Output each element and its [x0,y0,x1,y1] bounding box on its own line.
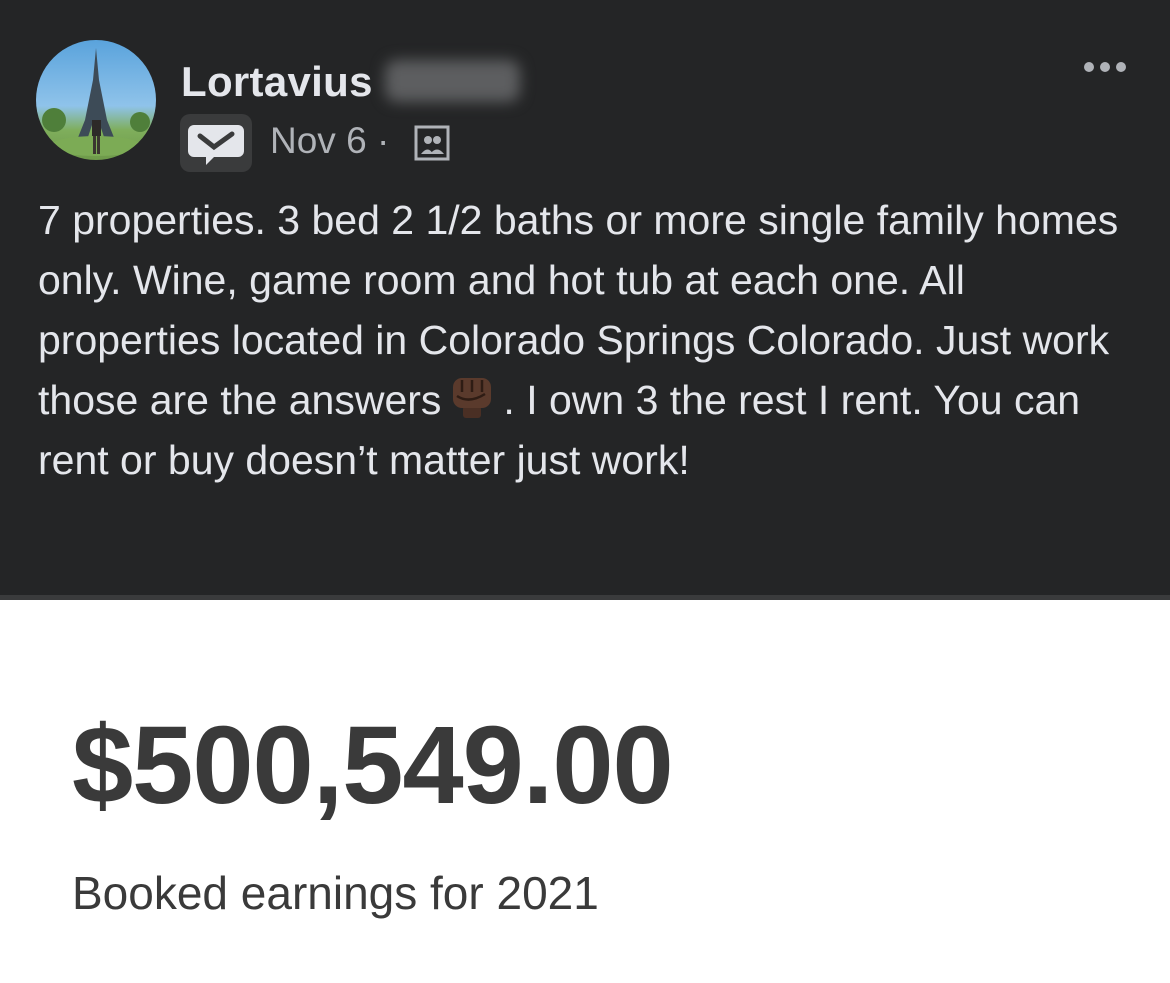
earnings-amount: $500,549.00 [72,704,674,827]
blurred-surname [385,60,520,102]
post-meta: Nov 6 · [270,120,389,162]
post-divider [0,595,1170,600]
post-date[interactable]: Nov 6 [270,120,367,161]
more-options-icon[interactable] [1084,62,1126,72]
earnings-caption: Booked earnings for 2021 [72,867,599,919]
meta-separator: · [376,120,390,161]
post-body: 7 properties. 3 bed 2 1/2 baths or more … [38,190,1133,490]
profile-avatar[interactable] [36,40,156,160]
raised-fist-emoji [453,378,492,418]
facebook-post: Lortavius Nov 6 · 7 properties. 3 bed 2 … [0,0,1170,595]
eiffel-tower-photo [42,48,150,156]
group-badge-icon[interactable] [180,114,252,172]
audience-icon[interactable] [413,124,451,162]
author-name[interactable]: Lortavius [181,58,373,106]
